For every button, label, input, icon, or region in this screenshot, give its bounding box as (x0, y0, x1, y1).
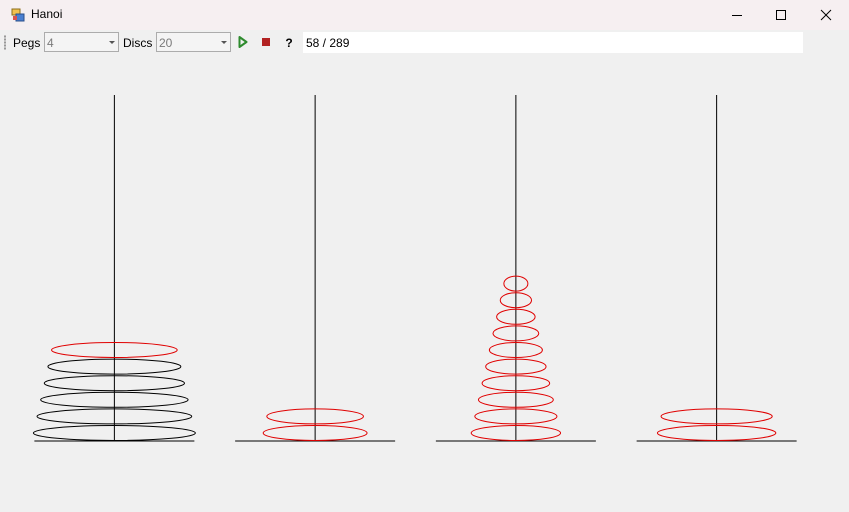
svg-text:?: ? (285, 36, 292, 48)
play-button[interactable] (233, 32, 253, 52)
minimize-button[interactable] (714, 0, 760, 30)
pegs-select[interactable]: 4 (44, 32, 119, 52)
window-title: Hanoi (31, 7, 63, 21)
discs-select[interactable]: 20 (156, 32, 231, 52)
pegs-label: Pegs (13, 36, 41, 50)
stop-icon (262, 38, 270, 46)
app-icon (11, 8, 25, 22)
progress-text: 58 / 289 (306, 36, 350, 50)
help-icon: ? (285, 36, 292, 48)
maximize-icon (776, 10, 786, 20)
toolbar-grip[interactable] (4, 35, 6, 50)
discs-value: 20 (159, 36, 173, 50)
discs-label: Discs (123, 36, 153, 50)
chevron-down-icon (221, 41, 227, 44)
minimize-icon (732, 15, 742, 16)
close-button[interactable] (803, 0, 849, 30)
stop-button[interactable] (256, 32, 276, 52)
close-icon (820, 9, 832, 21)
play-icon (238, 36, 248, 48)
progress-status: 58 / 289 (303, 32, 803, 53)
help-button[interactable]: ? (279, 32, 299, 52)
maximize-button[interactable] (758, 0, 804, 30)
chevron-down-icon (109, 41, 115, 44)
hanoi-board (32, 95, 797, 442)
pegs-value: 4 (47, 36, 54, 50)
title-bar: Hanoi (0, 0, 849, 30)
toolbar: Pegs 4 Discs 20 ? 58 / 289 (0, 31, 849, 54)
